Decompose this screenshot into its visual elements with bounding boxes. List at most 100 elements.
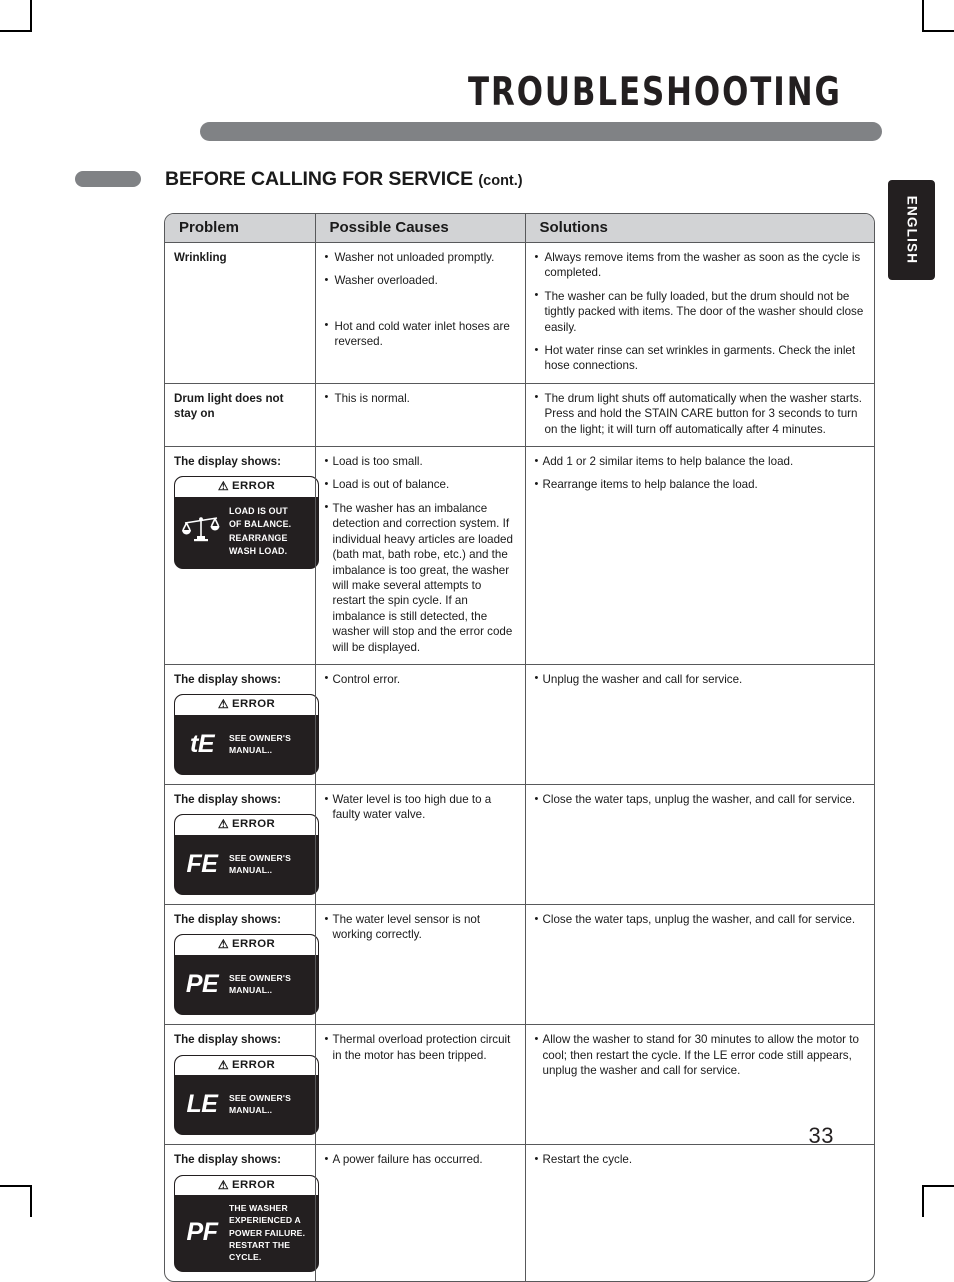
bullet-list: Water level is too high due to a faulty … xyxy=(325,792,516,823)
bullet-item: Load is too small. xyxy=(325,454,516,469)
bullet-item: Water level is too high due to a faulty … xyxy=(325,792,516,823)
error-message: SEE OWNER'S MANUAL.. xyxy=(229,972,291,996)
table-row: The display shows: ⚠ ERROR PF THE WASHER EXPE… xyxy=(165,1144,874,1282)
cell-possible-causes: Water level is too high due to a faulty … xyxy=(315,784,526,906)
error-message-line: SEE OWNER'S xyxy=(229,1092,291,1103)
crop-mark-bottom-right-horizontal xyxy=(922,1185,954,1187)
bullet-item: The drum light shuts off automatically w… xyxy=(535,390,866,437)
warning-triangle-icon: ⚠ xyxy=(217,937,230,952)
problem-label: Wrinkling xyxy=(174,251,227,264)
bullet-item: Washer overloaded. xyxy=(325,273,516,288)
cell-problem: Drum light does not stay on xyxy=(165,383,316,448)
error-message-line: THE WASHER xyxy=(229,1203,288,1214)
error-message-line: CYCLE. xyxy=(229,1252,262,1263)
error-message-line: SEE OWNER'S xyxy=(229,732,291,743)
error-message-line: MANUAL.. xyxy=(229,745,273,755)
crop-mark-top-left-vertical xyxy=(30,0,32,32)
title-underline-bar xyxy=(200,122,882,141)
page-number: 33 xyxy=(808,1123,834,1148)
section-heading-label: BEFORE CALLING FOR SERVICE xyxy=(165,168,473,190)
table-row: The display shows: ⚠ ERROR PE SEE OWNER'S MAN… xyxy=(165,904,874,1026)
error-display-body: PF THE WASHER EXPERIENCED A POWER FAILURE. R… xyxy=(175,1196,318,1271)
bullet-list: A power failure has occurred. xyxy=(325,1152,516,1167)
bullet-list: Unplug the washer and call for service. xyxy=(535,671,866,687)
cell-solutions: Close the water taps, unplug the washer,… xyxy=(525,784,874,906)
error-display-graphic: ⚠ ERROR LOAD IS OUT OF BALANCE. REARRANGE WAS… xyxy=(174,476,319,569)
error-message-line: POWER FAILURE. xyxy=(229,1227,306,1238)
cell-problem: The display shows: ⚠ ERROR LOAD IS OUT OF BA… xyxy=(165,446,319,665)
cell-problem: The display shows: ⚠ ERROR LE SEE OWNER'S MAN… xyxy=(165,1024,319,1146)
error-display-body: tE SEE OWNER'S MANUAL.. xyxy=(175,716,318,774)
error-message-line: LOAD IS OUT xyxy=(229,506,288,517)
bullet-item: Always remove items from the washer as s… xyxy=(535,250,866,281)
cell-possible-causes: The water level sensor is not working co… xyxy=(315,904,526,1026)
table-row: The display shows: ⚠ ERROR FE SEE OWNER'S MAN… xyxy=(165,784,874,906)
bullet-list: Close the water taps, unplug the washer,… xyxy=(535,912,866,927)
problem-label: The display shows: xyxy=(174,672,281,686)
balance-scale-icon xyxy=(181,514,221,550)
bullet-list: The drum light shuts off automatically w… xyxy=(535,390,866,437)
error-display-header: ⚠ ERROR xyxy=(175,1055,318,1077)
page-title: TROUBLESHOOTING xyxy=(468,70,842,115)
error-display-body: LOAD IS OUT OF BALANCE. REARRANGE WASH LOAD… xyxy=(175,498,318,567)
error-display-graphic: ⚠ ERROR tE SEE OWNER'S MANUAL.. xyxy=(174,694,319,775)
error-message-line: EXPERIENCED A xyxy=(229,1215,301,1226)
bullet-item: Unplug the washer and call for service. xyxy=(535,671,866,687)
error-message: SEE OWNER'S MANUAL.. xyxy=(229,852,291,876)
crop-mark-bottom-right-vertical xyxy=(922,1185,924,1217)
problem-label: The display shows: xyxy=(174,793,281,806)
cell-solutions: Unplug the washer and call for service. xyxy=(525,664,874,786)
error-display-header: ⚠ ERROR xyxy=(175,815,318,837)
problem-label: The display shows: xyxy=(174,1153,281,1167)
error-display-header: ⚠ ERROR xyxy=(175,477,318,499)
crop-mark-bottom-left-horizontal xyxy=(0,1185,32,1187)
error-code: LE xyxy=(186,1089,218,1118)
bullet-item: Add 1 or 2 similar items to help balance… xyxy=(535,454,866,469)
cell-possible-causes: Load is too small. Load is out of balance… xyxy=(315,446,526,665)
cell-possible-causes: Control error. xyxy=(315,664,526,786)
warning-triangle-icon: ⚠ xyxy=(217,697,230,712)
column-header-solutions: Solutions xyxy=(525,214,874,243)
error-display-graphic: ⚠ ERROR PF THE WASHER EXPERIENCED A POWER FAI… xyxy=(174,1174,319,1273)
error-message-line: MANUAL.. xyxy=(229,865,273,876)
cell-possible-causes: A power failure has occurred. xyxy=(315,1144,526,1282)
error-message-line: SEE OWNER'S xyxy=(229,972,291,983)
cell-solutions: Always remove items from the washer as s… xyxy=(525,242,874,384)
problem-label: Drum light does not stay on xyxy=(174,391,284,421)
cell-problem: Wrinkling xyxy=(165,242,316,384)
cell-problem: The display shows: ⚠ ERROR PE SEE OWNER'S MAN… xyxy=(165,904,319,1026)
error-display-header-label: ERROR xyxy=(232,818,276,831)
bullet-list: Load is too small. Load is out of balance… xyxy=(325,454,516,655)
error-message-line: REARRANGE xyxy=(229,532,288,543)
bullet-item: The water level sensor is not working co… xyxy=(325,912,516,943)
bullet-item: Close the water taps, unplug the washer,… xyxy=(535,912,866,927)
cell-solutions: Close the water taps, unplug the washer,… xyxy=(525,904,874,1026)
bullet-item: Allow the washer to stand for 30 minutes… xyxy=(535,1032,866,1078)
problem-label: The display shows: xyxy=(174,455,281,469)
error-code: tE xyxy=(190,729,215,758)
bullet-list: Restart the cycle. xyxy=(535,1152,866,1167)
error-display-header-label: ERROR xyxy=(232,698,276,711)
language-tab-english: ENGLISH xyxy=(888,180,935,280)
bullet-item: Thermal overload protection circuit in t… xyxy=(325,1032,516,1063)
bullet-item: Washer not unloaded promptly. xyxy=(325,249,516,265)
error-display-body: FE SEE OWNER'S MANUAL.. xyxy=(175,836,318,894)
error-code: PE xyxy=(185,969,219,998)
error-message-line: OF BALANCE. xyxy=(229,519,292,530)
bullet-list: Always remove items from the washer as s… xyxy=(535,250,866,374)
bullet-item: Hot and cold water inlet hoses are rever… xyxy=(325,318,516,350)
cell-possible-causes: Thermal overload protection circuit in t… xyxy=(315,1024,526,1146)
bullet-item: Restart the cycle. xyxy=(535,1152,866,1167)
bullet-item: Load is out of balance. xyxy=(325,477,516,492)
error-display-header: ⚠ ERROR xyxy=(175,695,318,716)
table-row: The display shows: ⚠ ERROR tE SEE OWNER'S MAN… xyxy=(165,664,874,786)
error-code: FE xyxy=(186,849,218,878)
language-tab-label: ENGLISH xyxy=(904,195,919,265)
error-message-line: WASH LOAD. xyxy=(229,546,288,557)
cell-problem: The display shows: ⚠ ERROR PF THE WASHER EXPE… xyxy=(165,1144,319,1282)
bullet-item: A power failure has occurred. xyxy=(325,1152,516,1167)
error-message-line: MANUAL.. xyxy=(229,1105,273,1116)
bullet-item: The washer can be fully loaded, but the … xyxy=(535,288,866,335)
warning-triangle-icon: ⚠ xyxy=(217,479,230,494)
problem-label: The display shows: xyxy=(174,1033,281,1047)
